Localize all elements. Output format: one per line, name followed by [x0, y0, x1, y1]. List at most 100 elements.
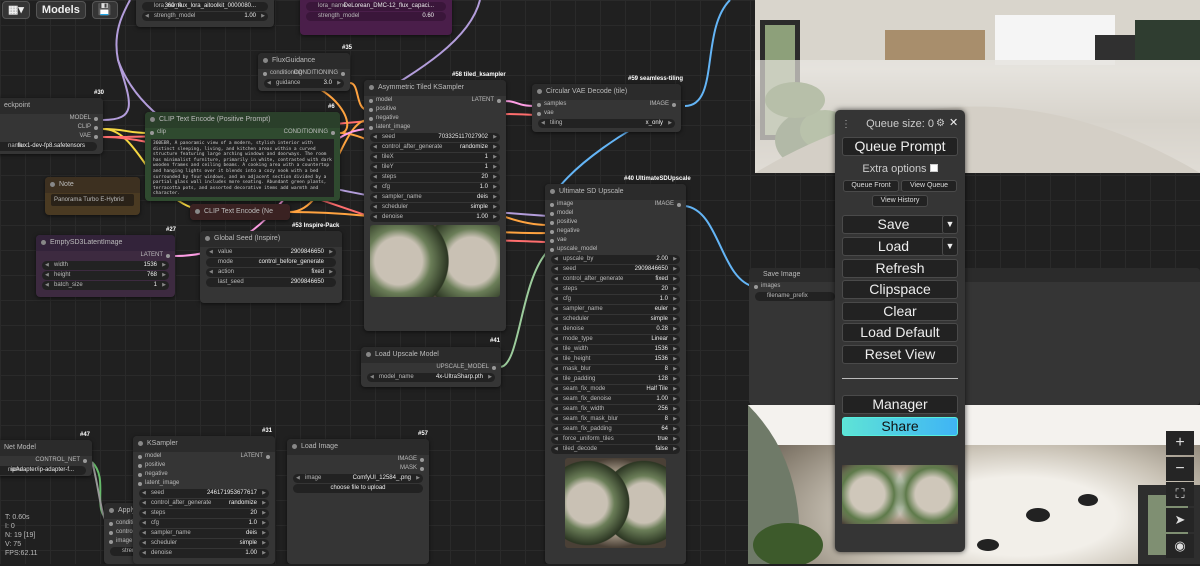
- last-seed-widget[interactable]: last_seed 2909846650: [206, 278, 336, 287]
- clip-text-encode-positive-node[interactable]: CLIP Text Encode (Positive Prompt) clip C…: [145, 112, 340, 201]
- negative-input[interactable]: negative: [369, 114, 399, 123]
- image-output[interactable]: IMAGE: [650, 100, 677, 109]
- action-widget[interactable]: ◀ action fixed ▶: [206, 268, 336, 277]
- save-dropdown-icon[interactable]: ▼: [942, 215, 958, 234]
- widget-tileY[interactable]: ◀ tileY 1 ▶: [370, 163, 500, 172]
- positive-input[interactable]: positive: [549, 218, 577, 227]
- positive-input[interactable]: positive: [368, 105, 396, 114]
- widget-seam-fix-padding[interactable]: ◀ seam_fix_padding 64 ▶: [551, 425, 680, 434]
- reset-view-button[interactable]: Reset View: [842, 345, 958, 364]
- widget-cfg[interactable]: ◀ cfg 1.0 ▶: [139, 519, 269, 528]
- widget-sampler-name[interactable]: ◀ sampler_name deis ▶: [139, 529, 269, 538]
- widget-scheduler[interactable]: ◀ scheduler simple ▶: [370, 203, 500, 212]
- conditioning-input[interactable]: conditi: [108, 519, 133, 528]
- pointer-mode-icon[interactable]: ➤: [1166, 508, 1194, 532]
- widget-sampler-name[interactable]: ◀ sampler_name euler ▶: [551, 305, 680, 314]
- view-history-button[interactable]: View History: [872, 195, 928, 207]
- model-output[interactable]: MODEL: [70, 114, 99, 123]
- conditioning-output[interactable]: CONDITIONING: [294, 69, 346, 78]
- queue-prompt-button[interactable]: Queue Prompt: [842, 137, 958, 156]
- zoom-in-icon[interactable]: +: [1166, 431, 1194, 455]
- asymmetric-tiled-ksampler-node[interactable]: Asymmetric Tiled KSampler model LATENT po…: [364, 80, 506, 331]
- checkpoint-loader-node[interactable]: eckpoint MODEL CLIP VAE name flux1-dev-fp…: [0, 98, 103, 154]
- upscale-model-output[interactable]: UPSCALE_MODEL: [436, 363, 496, 372]
- fit-view-icon[interactable]: ⛶: [1166, 482, 1194, 506]
- batch-size-widget[interactable]: ◀ batch_size 1 ▶: [42, 281, 169, 290]
- note-text[interactable]: Panorama Turbo E-Hybrid: [51, 194, 134, 206]
- widget-scheduler[interactable]: ◀ scheduler simple ▶: [139, 539, 269, 548]
- clip-text-encode-negative-node[interactable]: CLIP Text Encode (Ne: [190, 204, 290, 220]
- widget-tiled-decode[interactable]: ◀ tiled_decode false ▶: [551, 445, 680, 454]
- latent-output[interactable]: LATENT: [471, 96, 501, 105]
- widget-cfg[interactable]: ◀ cfg 1.0 ▶: [370, 183, 500, 192]
- load-button[interactable]: Load: [842, 237, 945, 256]
- widget-tile-padding[interactable]: ◀ tile_padding 128 ▶: [551, 375, 680, 384]
- mode-widget[interactable]: mode control_before_generate: [206, 258, 336, 267]
- widget-tile-height[interactable]: ◀ tile_height 1536 ▶: [551, 355, 680, 364]
- save-image-node[interactable]: Save Image images filename_prefix: [749, 268, 1200, 405]
- save-workflow-icon[interactable]: 💾: [91, 1, 118, 19]
- samples-input[interactable]: samples: [536, 100, 566, 109]
- image-output[interactable]: IMAGE: [398, 455, 425, 464]
- widget-seed[interactable]: ◀ seed 246171953677617 ▶: [139, 489, 269, 498]
- lora2-name-widget[interactable]: lora_name DeLorean_DMC-12_flux_capaci...: [306, 2, 446, 11]
- load-image-node[interactable]: Load Image IMAGE MASK ◀ image ComfyUI_1258…: [287, 439, 429, 564]
- empty-latent-image-node[interactable]: EmptySD3LatentImage LATENT ◀ width 1536 ▶ ◀…: [36, 235, 175, 297]
- widget-sampler-name[interactable]: ◀ sampler_name deis ▶: [370, 193, 500, 202]
- widget-seed[interactable]: ◀ seed 2909846650 ▶: [551, 265, 680, 274]
- mask-output[interactable]: MASK: [400, 464, 425, 473]
- positive-input[interactable]: positive: [137, 461, 165, 470]
- load-upscale-model-node[interactable]: Load Upscale Model UPSCALE_MODEL ◀ model_…: [361, 347, 501, 387]
- circular-vae-decode-node[interactable]: Circular VAE Decode (tile) samples IMAGE …: [532, 84, 681, 132]
- model-name-widget[interactable]: ◀ model_name 4x-UltraSharp.pth ▶: [367, 373, 495, 382]
- global-seed-node[interactable]: Global Seed (Inspire) ◀ value 2909846650 ▶ …: [200, 231, 342, 303]
- filename-prefix-widget[interactable]: filename_prefix: [755, 292, 835, 301]
- widget-mode-type[interactable]: ◀ mode_type Linear ▶: [551, 335, 680, 344]
- image-input[interactable]: image: [549, 200, 573, 209]
- model-input[interactable]: model: [549, 209, 573, 218]
- model-input[interactable]: model: [137, 452, 161, 461]
- tiling-widget[interactable]: ◀ tiling x_only ▶: [538, 119, 675, 128]
- widget-cfg[interactable]: ◀ cfg 1.0 ▶: [551, 295, 680, 304]
- queue-thumbnail[interactable]: [842, 465, 958, 524]
- vae-input[interactable]: vae: [550, 236, 567, 245]
- negative-input[interactable]: negative: [550, 227, 580, 236]
- widget-force-uniform-tiles[interactable]: ◀ force_uniform_tiles true ▶: [551, 435, 680, 444]
- image-select-widget[interactable]: ◀ image ComfyUI_12584_.png ▶: [293, 474, 423, 483]
- model-input[interactable]: model: [368, 96, 392, 105]
- queue-front-button[interactable]: Queue Front: [843, 180, 899, 192]
- guidance-widget[interactable]: ◀ guidance 3.0 ▶: [264, 79, 344, 88]
- widget-upscale-by[interactable]: ◀ upscale_by 2.00 ▶: [551, 255, 680, 264]
- control-net-output[interactable]: CONTROL_NET: [35, 456, 87, 465]
- clipspace-button[interactable]: Clipspace: [842, 280, 958, 299]
- gear-icon[interactable]: ⚙: [936, 118, 945, 129]
- ultimate-sd-upscale-node[interactable]: Ultimate SD Upscale image IMAGE model pos…: [545, 184, 686, 564]
- controlnet-name-widget[interactable]: name ipAdapter/ip-adapter-f...: [0, 466, 86, 475]
- lora-name-widget[interactable]: lora_name 360_flux_lora_aitoolkit_0000080…: [142, 2, 268, 11]
- image-input[interactable]: image: [108, 537, 132, 546]
- widget-scheduler[interactable]: ◀ scheduler simple ▶: [551, 315, 680, 324]
- widget-control-after-generate[interactable]: ◀ control_after_generate randomize ▶: [139, 499, 269, 508]
- latent-output[interactable]: LATENT: [240, 452, 270, 461]
- widget-seam-fix-width[interactable]: ◀ seam_fix_width 256 ▶: [551, 405, 680, 414]
- vae-input[interactable]: vae: [537, 109, 554, 118]
- widget-seam-fix-mode[interactable]: ◀ seam_fix_mode Half Tile ▶: [551, 385, 680, 394]
- lora-strength-widget[interactable]: ◀ strength_model 1.00 ▶: [142, 12, 268, 21]
- share-button[interactable]: Share: [842, 417, 958, 436]
- upload-button[interactable]: choose file to upload: [293, 484, 423, 493]
- widget-seam-fix-mask-blur[interactable]: ◀ seam_fix_mask_blur 8 ▶: [551, 415, 680, 424]
- workflow-menu-button[interactable]: ▦▾: [2, 1, 30, 19]
- refresh-button[interactable]: Refresh: [842, 259, 958, 278]
- width-widget[interactable]: ◀ width 1536 ▶: [42, 261, 169, 270]
- controlnet-loader-node[interactable]: Net Model CONTROL_NET name ipAdapter/ip-a…: [0, 440, 92, 476]
- widget-tile-width[interactable]: ◀ tile_width 1536 ▶: [551, 345, 680, 354]
- height-widget[interactable]: ◀ height 768 ▶: [42, 271, 169, 280]
- latent-image-input[interactable]: latent_image: [137, 479, 179, 488]
- widget-steps[interactable]: ◀ steps 20 ▶: [139, 509, 269, 518]
- widget-tileX[interactable]: ◀ tileX 1 ▶: [370, 153, 500, 162]
- seed-value-widget[interactable]: ◀ value 2909846650 ▶: [206, 248, 336, 257]
- lora-loader-node[interactable]: lora_name 360_flux_lora_aitoolkit_0000080…: [136, 0, 274, 27]
- models-button[interactable]: Models: [35, 1, 86, 19]
- widget-seed[interactable]: ◀ seed 703325117027902 ▶: [370, 133, 500, 142]
- widget-denoise[interactable]: ◀ denoise 1.00 ▶: [370, 213, 500, 222]
